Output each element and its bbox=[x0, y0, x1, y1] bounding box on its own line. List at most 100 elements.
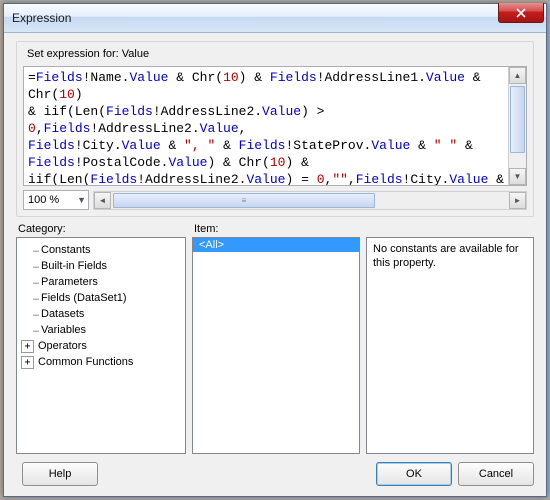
window-title: Expression bbox=[12, 11, 71, 25]
expression-token: & bbox=[488, 172, 508, 185]
category-item[interactable]: …Variables bbox=[19, 322, 183, 338]
category-item[interactable]: …Constants bbox=[19, 242, 183, 258]
scroll-down-arrow-icon[interactable]: ▼ bbox=[509, 168, 526, 185]
expression-token: & Chr( bbox=[168, 70, 223, 85]
cancel-button[interactable]: Cancel bbox=[458, 462, 534, 486]
expression-token: Fields bbox=[44, 121, 91, 136]
editor-horizontal-scrollbar[interactable]: ◄ ≡ ► bbox=[93, 191, 527, 210]
description-panel: No constants are available for this prop… bbox=[366, 223, 534, 454]
expression-token: Value bbox=[449, 172, 488, 185]
expression-token: Fields bbox=[270, 70, 317, 85]
expression-token: , bbox=[36, 121, 44, 136]
expression-token: Value bbox=[426, 70, 465, 85]
tree-expander-icon[interactable]: + bbox=[21, 340, 34, 353]
expression-token: ) & bbox=[239, 70, 270, 85]
description-text: No constants are available for this prop… bbox=[367, 238, 533, 274]
tree-branch-icon: … bbox=[21, 274, 39, 290]
expression-token: & bbox=[215, 138, 238, 153]
expression-token: !City. bbox=[403, 172, 450, 185]
close-button[interactable] bbox=[498, 3, 544, 23]
expression-token: Value bbox=[122, 138, 161, 153]
expression-token: Value bbox=[246, 172, 285, 185]
category-item-label: Built-in Fields bbox=[41, 258, 107, 274]
scroll-track[interactable]: ≡ bbox=[111, 192, 509, 209]
expression-token: 10 bbox=[270, 155, 286, 170]
zoom-value: 100 % bbox=[28, 194, 59, 206]
expression-token: & bbox=[410, 138, 433, 153]
editor-footer: 100 % ▼ ◄ ≡ ► bbox=[23, 190, 527, 210]
expression-token: !AddressLine2. bbox=[90, 121, 199, 136]
tree-expander-icon[interactable]: + bbox=[21, 356, 34, 369]
tree-branch-icon: … bbox=[21, 322, 39, 338]
expression-token: ", " bbox=[184, 138, 215, 153]
scroll-thumb[interactable]: ≡ bbox=[113, 193, 375, 208]
tree-branch-icon: … bbox=[21, 242, 39, 258]
scroll-track[interactable] bbox=[509, 84, 526, 168]
expression-token: ) & Chr( bbox=[207, 155, 269, 170]
expression-token: Value bbox=[168, 155, 207, 170]
scroll-right-arrow-icon[interactable]: ► bbox=[509, 192, 526, 209]
expression-token: Value bbox=[200, 121, 239, 136]
scroll-up-arrow-icon[interactable]: ▲ bbox=[509, 67, 526, 84]
item-label: Item: bbox=[192, 223, 360, 235]
expression-token: Fields bbox=[90, 172, 137, 185]
expression-token: 10 bbox=[223, 70, 239, 85]
item-list[interactable]: <All> bbox=[192, 237, 360, 454]
category-item-label: Parameters bbox=[41, 274, 98, 290]
tree-branch-icon: … bbox=[21, 258, 39, 274]
zoom-combo[interactable]: 100 % ▼ bbox=[23, 190, 89, 210]
category-panel: Category: …Constants…Built-in Fields…Par… bbox=[16, 223, 186, 454]
expression-token: , bbox=[239, 121, 247, 136]
category-item-label: Common Functions bbox=[38, 354, 133, 370]
expression-token: Fields bbox=[36, 70, 83, 85]
expression-token: Value bbox=[262, 104, 301, 119]
tree-branch-icon: … bbox=[21, 290, 39, 306]
expression-token: Fields bbox=[239, 138, 286, 153]
expression-token: 0 bbox=[28, 121, 36, 136]
category-item-label: Constants bbox=[41, 242, 91, 258]
chevron-down-icon: ▼ bbox=[77, 195, 86, 205]
expression-token: Value bbox=[129, 70, 168, 85]
expression-token: & bbox=[161, 138, 184, 153]
scroll-thumb[interactable] bbox=[510, 86, 525, 153]
expression-editor[interactable]: =Fields!Name.Value & Chr(10) & Fields!Ad… bbox=[24, 67, 508, 185]
lower-panels: Category: …Constants…Built-in Fields…Par… bbox=[16, 223, 534, 454]
expression-token: Fields bbox=[28, 155, 75, 170]
expression-token: Fields bbox=[106, 104, 153, 119]
close-icon bbox=[516, 8, 526, 18]
item-list-entry[interactable]: <All> bbox=[193, 238, 359, 252]
expression-token: !StateProv. bbox=[285, 138, 371, 153]
expression-editor-container: =Fields!Name.Value & Chr(10) & Fields!Ad… bbox=[23, 66, 527, 186]
expression-token: !City. bbox=[75, 138, 122, 153]
expression-token: = bbox=[28, 70, 36, 85]
expression-token: ) > bbox=[301, 104, 332, 119]
expression-token: " " bbox=[434, 138, 457, 153]
category-item[interactable]: + Common Functions bbox=[19, 354, 183, 370]
category-item[interactable]: …Parameters bbox=[19, 274, 183, 290]
category-item[interactable]: …Datasets bbox=[19, 306, 183, 322]
editor-vertical-scrollbar[interactable]: ▲ ▼ bbox=[508, 67, 526, 185]
expression-token: "" bbox=[332, 172, 348, 185]
expression-token: Value bbox=[371, 138, 410, 153]
expression-group: Set expression for: Value =Fields!Name.V… bbox=[16, 41, 534, 217]
expression-token: !Name. bbox=[83, 70, 130, 85]
expression-token: Fields bbox=[356, 172, 403, 185]
expression-token: , bbox=[348, 172, 356, 185]
expression-token: ) = bbox=[285, 172, 316, 185]
expression-token: !AddressLine2. bbox=[153, 104, 262, 119]
category-item[interactable]: …Built-in Fields bbox=[19, 258, 183, 274]
expression-token: !PostalCode. bbox=[75, 155, 169, 170]
category-item-label: Operators bbox=[38, 338, 87, 354]
ok-button[interactable]: OK bbox=[376, 462, 452, 486]
category-label: Category: bbox=[16, 223, 186, 235]
expression-token: !AddressLine1. bbox=[317, 70, 426, 85]
category-item[interactable]: + Operators bbox=[19, 338, 183, 354]
category-tree[interactable]: …Constants…Built-in Fields…Parameters…Fi… bbox=[16, 237, 186, 454]
titlebar[interactable]: Expression bbox=[4, 4, 546, 33]
help-button[interactable]: Help bbox=[22, 462, 98, 486]
client-area: Set expression for: Value =Fields!Name.V… bbox=[4, 33, 546, 496]
scroll-left-arrow-icon[interactable]: ◄ bbox=[94, 192, 111, 209]
category-item-label: Datasets bbox=[41, 306, 84, 322]
category-item[interactable]: …Fields (DataSet1) bbox=[19, 290, 183, 306]
description-box: No constants are available for this prop… bbox=[366, 237, 534, 454]
